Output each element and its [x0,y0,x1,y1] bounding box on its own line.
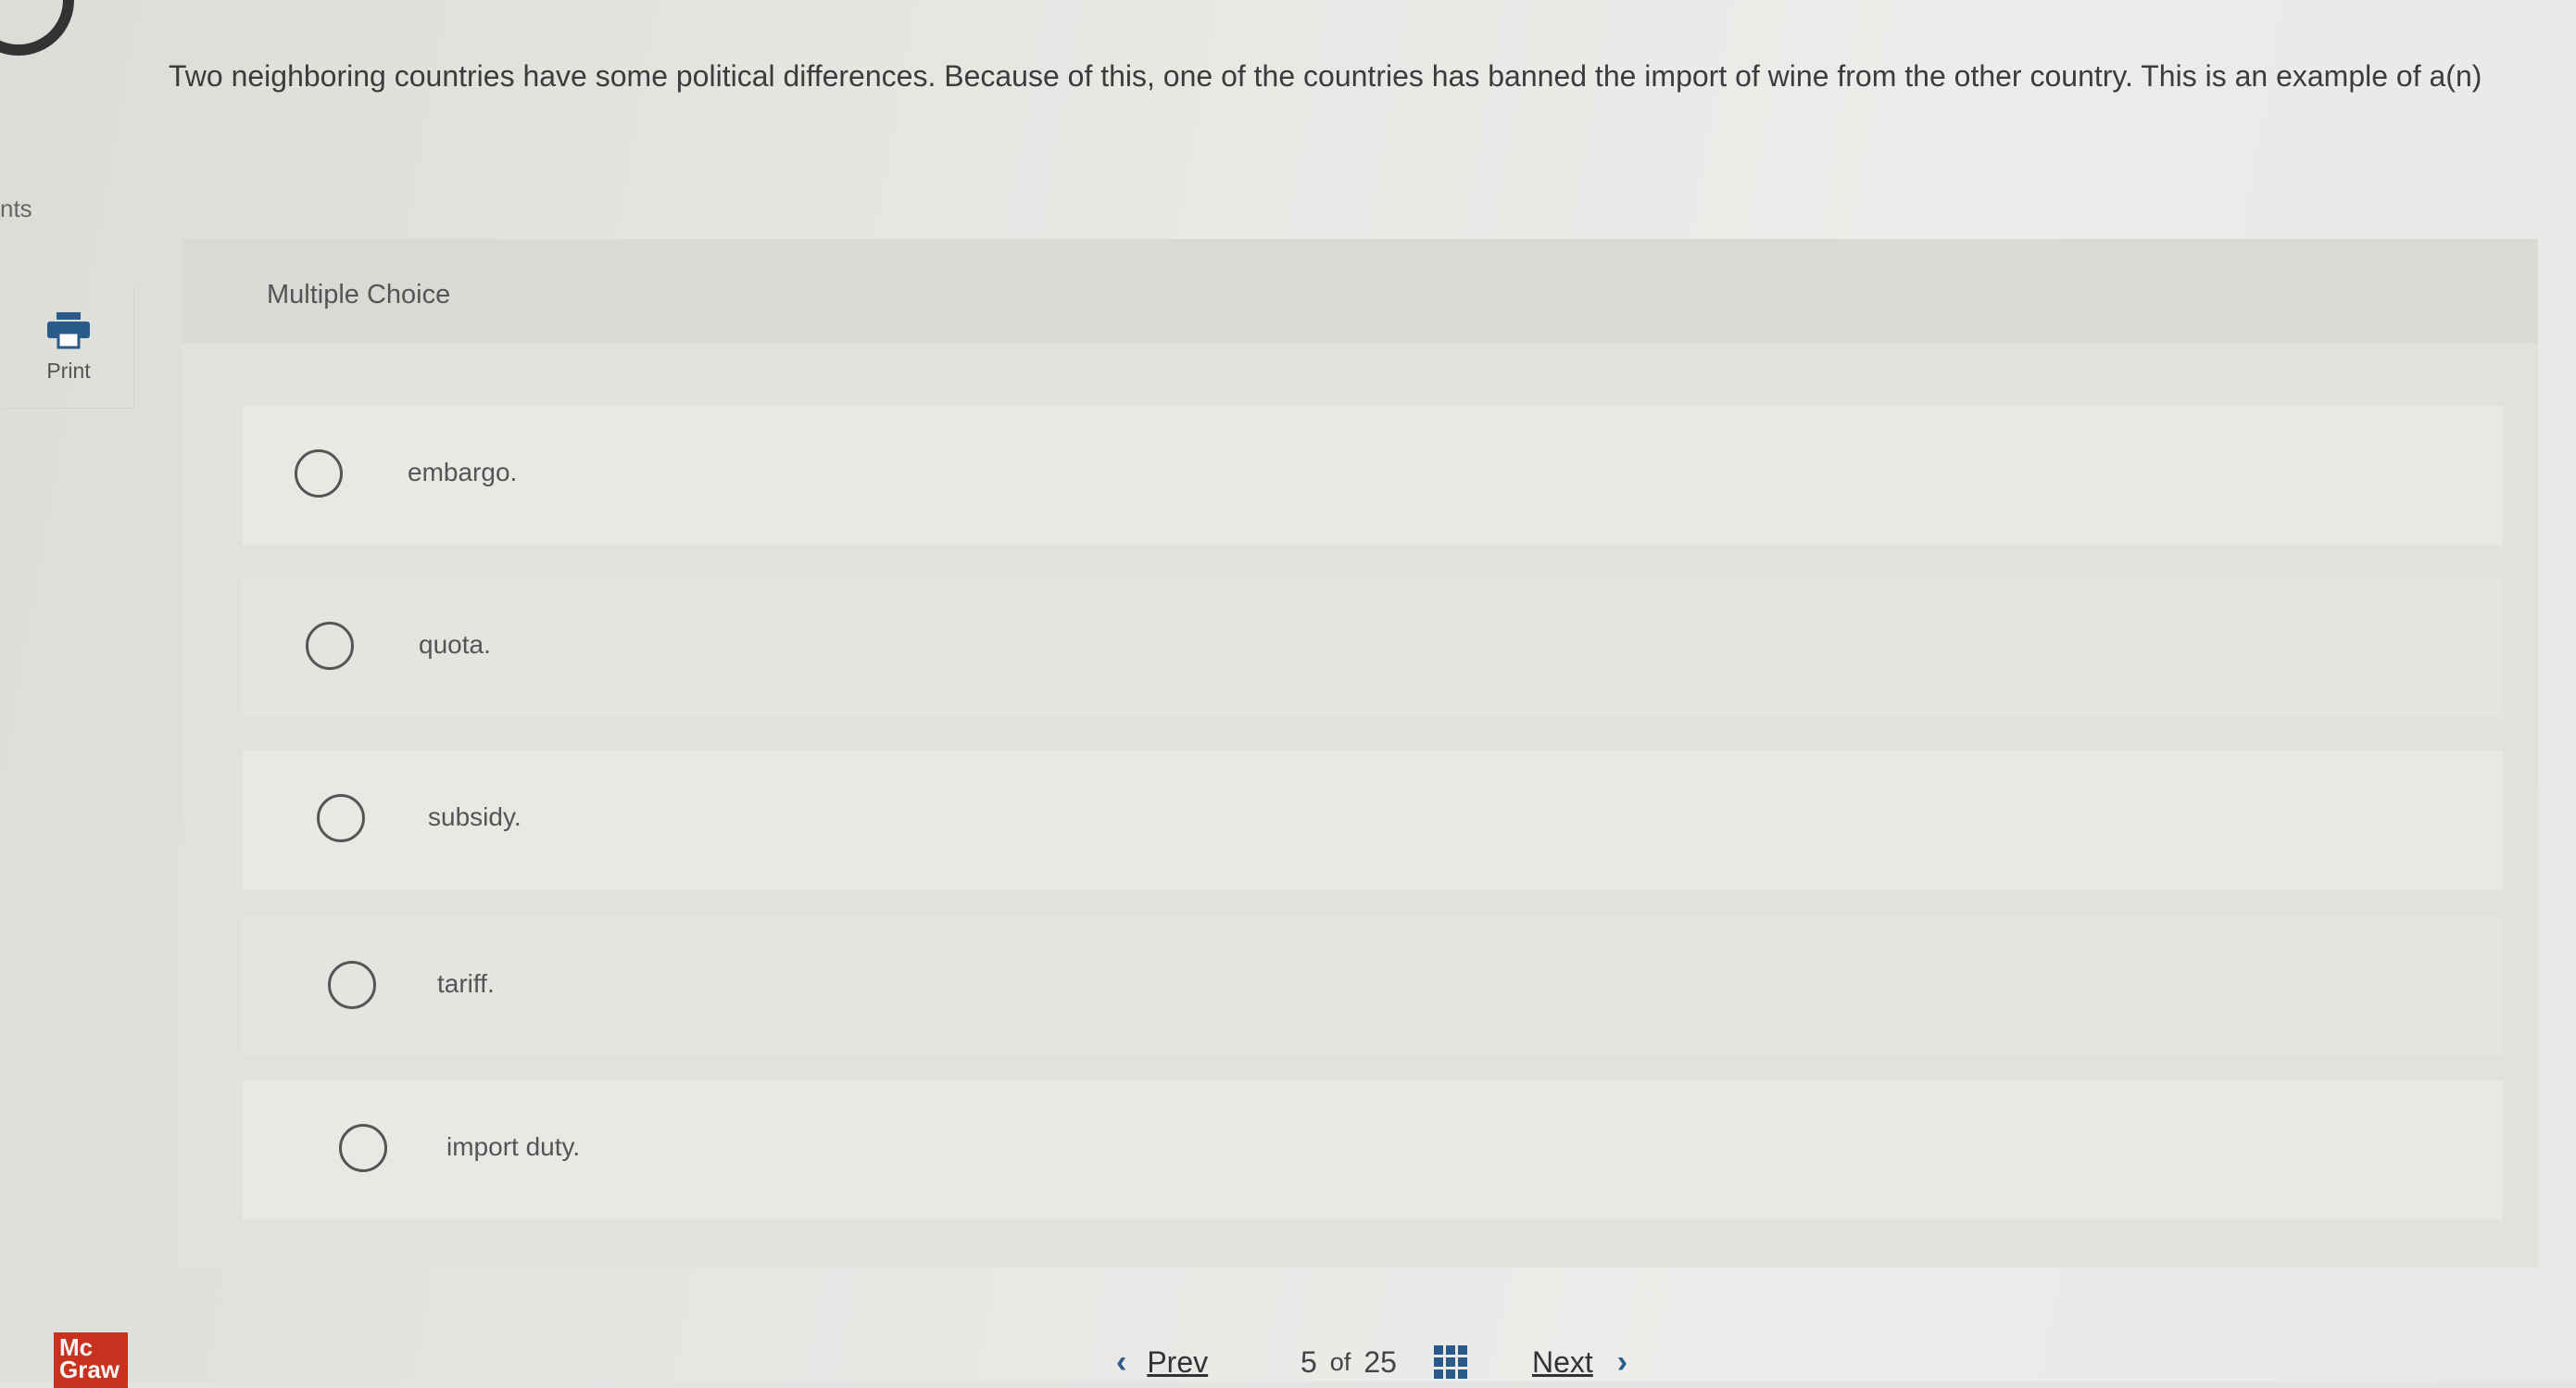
mcgraw-hill-logo: Mc Graw [54,1332,128,1388]
sidebar-nav-fragment[interactable]: nts [0,195,32,223]
page-indicator: 5 of 25 [1301,1342,1397,1382]
choice-radio[interactable] [328,961,376,1009]
print-button[interactable]: Print [4,287,134,409]
page-of-label: of [1329,1347,1351,1376]
choice-radio[interactable] [317,794,365,842]
chevron-right-icon: › [1616,1344,1628,1380]
logo-line-2: Graw [59,1356,120,1383]
choice-option-subsidy[interactable]: subsidy. [243,751,2503,890]
print-label: Print [46,358,91,383]
choice-label: import duty. [446,1132,581,1161]
choice-option-tariff[interactable]: tariff. [243,917,2503,1056]
chevron-left-icon: ‹ [1116,1344,1127,1380]
choice-option-quota[interactable]: quota. [243,578,2503,717]
choice-label: embargo. [408,458,518,486]
total-pages: 25 [1363,1344,1397,1379]
grid-icon[interactable] [1434,1345,1467,1379]
prev-button[interactable]: ‹ Prev [1116,1342,1208,1382]
choice-radio[interactable] [306,622,354,670]
choice-radio[interactable] [339,1124,387,1172]
choice-radio[interactable] [295,449,343,498]
question-text: Two neighboring countries have some poli… [169,59,2482,93]
choice-label: tariff. [437,969,495,998]
multiple-choice-card: Multiple Choice embargo. quota. subsidy.… [182,239,2538,1268]
choice-label: quota. [419,630,491,659]
choice-label: subsidy. [428,802,521,831]
printer-icon [47,311,90,348]
current-page: 5 [1301,1344,1317,1379]
prev-label: Prev [1147,1344,1209,1379]
next-label: Next [1532,1344,1593,1379]
choice-option-embargo[interactable]: embargo. [243,406,2503,545]
multiple-choice-title: Multiple Choice [267,280,451,309]
next-button[interactable]: Next › [1532,1342,1627,1382]
multiple-choice-header: Multiple Choice [182,239,2538,343]
choice-option-import-duty[interactable]: import duty. [243,1080,2503,1219]
